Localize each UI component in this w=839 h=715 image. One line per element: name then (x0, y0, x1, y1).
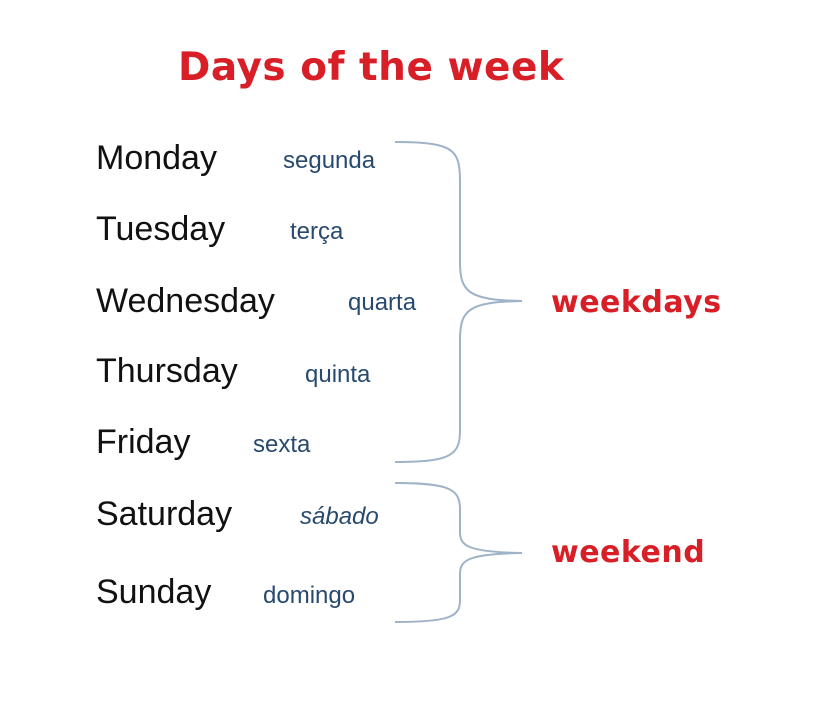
weekdays-brace (394, 141, 523, 463)
weekend-brace (394, 482, 523, 623)
weekdays-label: weekdays (551, 285, 722, 320)
weekend-label: weekend (551, 535, 706, 570)
page: Days of the week Monday segunda Tuesday … (0, 0, 839, 715)
braces-graphic (394, 141, 523, 623)
